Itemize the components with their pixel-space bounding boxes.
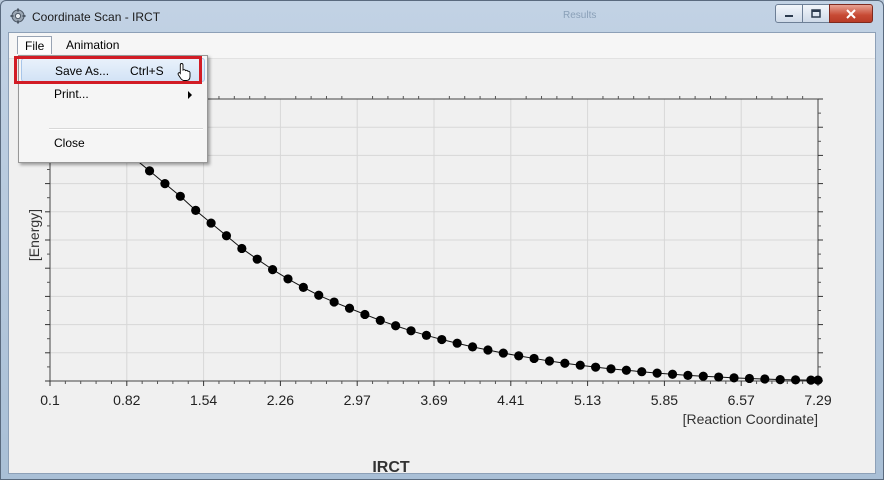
close-label: Close xyxy=(54,136,85,150)
data-point xyxy=(298,282,308,292)
window-title: Coordinate Scan - IRCT xyxy=(32,10,161,24)
x-tick-label: 3.69 xyxy=(420,392,447,408)
data-point xyxy=(560,358,570,368)
mouse-pointer-icon xyxy=(177,63,191,81)
close-window-button[interactable] xyxy=(829,4,873,23)
data-point xyxy=(813,375,823,385)
background-window-title: Results xyxy=(563,10,597,21)
app-gear-icon xyxy=(10,8,26,24)
data-point xyxy=(406,326,416,336)
print-label: Print... xyxy=(54,87,89,101)
maximize-button[interactable] xyxy=(802,4,830,23)
data-point xyxy=(314,290,324,300)
data-point xyxy=(698,371,708,381)
data-point xyxy=(175,191,185,201)
data-point xyxy=(237,243,247,254)
data-point xyxy=(683,370,693,380)
window-controls xyxy=(775,4,873,23)
menu-item-close[interactable]: Close xyxy=(21,131,205,155)
data-point xyxy=(375,315,385,325)
data-point xyxy=(144,166,155,176)
x-tick-label: 5.85 xyxy=(651,392,678,408)
data-point xyxy=(483,345,493,355)
data-point xyxy=(421,330,432,340)
submenu-arrow-icon xyxy=(188,91,192,99)
data-point xyxy=(714,372,724,382)
close-icon xyxy=(846,8,856,19)
data-point xyxy=(760,374,770,384)
chart-y-axis-label: [Energy] xyxy=(26,209,42,261)
data-point xyxy=(360,309,370,320)
data-point xyxy=(729,373,739,383)
data-point xyxy=(191,205,201,215)
data-point xyxy=(775,374,785,385)
minimize-button[interactable] xyxy=(775,4,803,23)
minimize-icon xyxy=(785,14,793,17)
x-tick-label: 0.1 xyxy=(40,392,60,408)
x-tick-label: 4.41 xyxy=(497,392,524,408)
x-tick-label: 1.54 xyxy=(190,392,217,408)
menu-separator xyxy=(49,128,203,130)
data-point xyxy=(206,218,216,228)
menu-animation[interactable]: Animation xyxy=(59,36,126,54)
data-point xyxy=(498,348,508,358)
x-tick-label: 5.13 xyxy=(574,392,601,408)
chart-x-axis-label: [Reaction Coordinate] xyxy=(683,411,818,427)
app-window: Coordinate Scan - IRCT Results File Anim… xyxy=(0,0,884,480)
menu-item-print[interactable]: Print... xyxy=(21,82,205,106)
data-point xyxy=(544,356,555,366)
data-point xyxy=(621,365,631,375)
data-point xyxy=(514,351,524,361)
chart-title: IRCT xyxy=(372,459,410,473)
data-point xyxy=(452,338,462,348)
maximize-icon xyxy=(811,9,821,18)
data-point xyxy=(591,362,601,372)
x-tick-label: 2.26 xyxy=(267,392,294,408)
title-bar[interactable]: Coordinate Scan - IRCT Results xyxy=(1,1,883,32)
data-point xyxy=(268,265,278,275)
data-point xyxy=(790,375,801,385)
data-point xyxy=(467,342,478,352)
data-point xyxy=(437,334,447,345)
data-point xyxy=(160,179,170,189)
menu-file[interactable]: File xyxy=(17,36,53,54)
chart-series xyxy=(98,131,823,385)
x-tick-label: 7.29 xyxy=(804,392,831,408)
data-point xyxy=(391,321,401,331)
data-point xyxy=(252,254,262,264)
x-tick-label: 6.57 xyxy=(728,392,755,408)
data-point xyxy=(667,369,678,379)
data-point xyxy=(575,360,585,370)
data-point xyxy=(652,368,662,378)
highlight-annotation-box xyxy=(14,56,202,84)
data-point xyxy=(283,274,293,284)
x-tick-label: 0.82 xyxy=(113,392,140,408)
data-point xyxy=(637,367,647,377)
data-point xyxy=(221,231,232,241)
client-area: File Animation 0.1 0.82 1.54 2.26 2.97 3.69 4.… xyxy=(8,32,876,474)
data-point xyxy=(329,297,339,307)
data-point xyxy=(606,364,616,374)
data-point xyxy=(344,303,355,313)
data-point xyxy=(744,373,755,384)
data-point xyxy=(529,353,539,364)
x-tick-label: 2.97 xyxy=(344,392,371,408)
